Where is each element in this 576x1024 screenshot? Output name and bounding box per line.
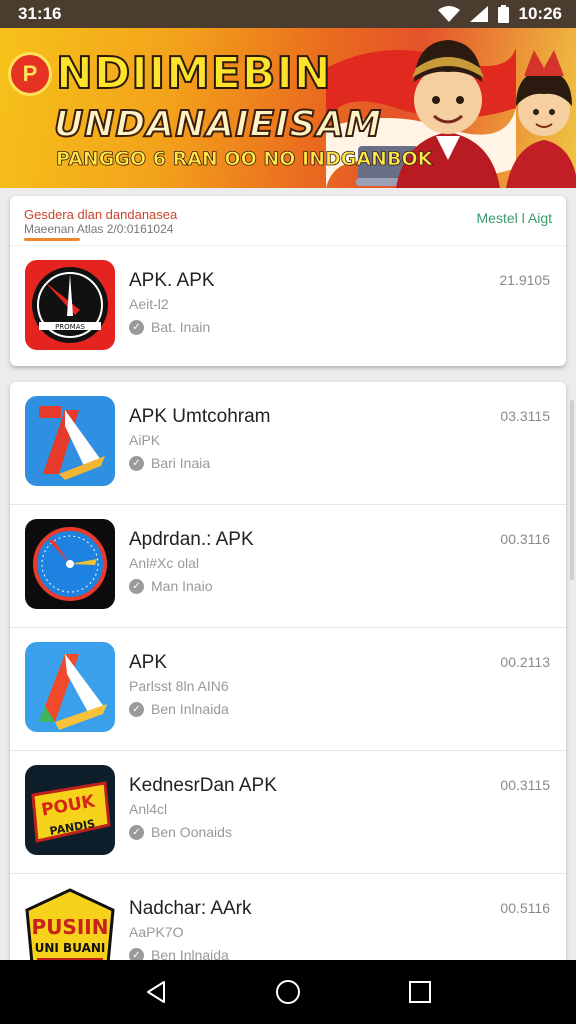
brand-logo-icon: P: [8, 52, 52, 96]
app-name: Nadchar: AArk: [129, 898, 252, 919]
app-date: 00.2113: [500, 654, 550, 670]
black-badge-icon: PROMAS: [25, 260, 115, 350]
battery-icon: [497, 5, 509, 23]
app-status: ✓ Ben Inlnaida: [129, 701, 229, 717]
home-button[interactable]: [268, 972, 308, 1012]
banner-title: NDIIMEBIN: [55, 47, 332, 100]
back-button[interactable]: [136, 972, 176, 1012]
app-status: ✓ Ben Oonaids: [129, 824, 232, 840]
section-meta: Maeenan Atlas 2/0:0161024: [24, 222, 174, 236]
svg-text:PROMAS: PROMAS: [55, 323, 85, 331]
promo-banner[interactable]: P NDIIMEBIN UNDANAIEISAM PANGGO 6 RAN OO…: [0, 28, 576, 188]
section-underline: [24, 238, 80, 241]
app-status: ✓ Man Inaio: [129, 578, 212, 594]
list-item[interactable]: APK Parlsst 8ln AIN6 ✓ Ben Inlnaida 00.2…: [10, 628, 566, 751]
list-item[interactable]: Apdrdan.: APK Anl#Xc olal ✓ Man Inaio 00…: [10, 505, 566, 628]
navigation-bar: [0, 960, 576, 1024]
recents-icon: [409, 981, 431, 1003]
app-subtitle: Parlsst 8ln AIN6: [129, 678, 229, 694]
app-subtitle: Aeit-l2: [129, 296, 169, 312]
status-icons: 10:26: [437, 4, 562, 24]
app-name: KednesrDan APK: [129, 775, 277, 796]
status-time: 31:16: [18, 4, 62, 23]
status-clock: 10:26: [518, 4, 562, 23]
back-icon: [147, 981, 165, 1003]
svg-text:UNI BUANI: UNI BUANI: [35, 941, 106, 955]
featured-card: Gesdera dlan dandanasea Maeenan Atlas 2/…: [10, 196, 566, 366]
app-status: ✓ Bat. Inain: [129, 319, 210, 335]
card-header: Gesdera dlan dandanasea Maeenan Atlas 2/…: [10, 196, 566, 246]
app-status-text: Ben Oonaids: [151, 824, 232, 840]
app-date: 00.5116: [500, 900, 550, 916]
app-date: 00.3115: [500, 777, 550, 793]
app-subtitle: AaPK7O: [129, 924, 184, 940]
app-subtitle: Anl4cl: [129, 801, 168, 817]
section-title: Gesdera dlan dandanasea: [24, 207, 178, 222]
banner-subtitle: UNDANAIEISAM: [53, 103, 383, 146]
section-link[interactable]: Mestel l Aigt: [477, 210, 552, 226]
app-name: APK: [129, 652, 168, 673]
app-status-text: Man Inaio: [151, 578, 213, 594]
app-name: APK Umtcohram: [129, 406, 271, 427]
app-status-text: Ben Inlnaida: [151, 701, 229, 717]
play-a-icon: [25, 642, 115, 732]
app-list: APK Umtcohram AiPK ✓ Bari Inaia 03.3115 …: [10, 382, 566, 982]
app-status-text: Bari Inaia: [151, 455, 211, 471]
banner-tagline: PANGGO 6 RAN OO NO INDGANBOK: [56, 148, 433, 171]
signal-icon: [469, 6, 488, 22]
app-status-text: Bat. Inain: [151, 319, 211, 335]
recents-button[interactable]: [400, 972, 440, 1012]
check-icon: ✓: [129, 578, 144, 594]
svg-text:PUSIIN: PUSIIN: [32, 915, 109, 939]
app-subtitle: AiPK: [129, 432, 161, 448]
check-icon: ✓: [129, 701, 144, 717]
app-status: ✓ Bari Inaia: [129, 455, 210, 471]
list-item[interactable]: POUK PANDIS KednesrDan APK Anl4cl ✓ Ben …: [10, 751, 566, 874]
compass-icon: [25, 519, 115, 609]
pouk-badge-icon: POUK PANDIS: [25, 765, 115, 855]
status-bar: 31:16 10:26: [0, 0, 576, 28]
check-icon: ✓: [129, 455, 144, 471]
check-icon: ✓: [129, 824, 144, 840]
home-icon: [276, 980, 300, 1004]
app-name: APK. APK: [129, 270, 215, 291]
scrollbar[interactable]: [570, 400, 574, 580]
app-subtitle: Anl#Xc olal: [129, 555, 200, 571]
check-icon: ✓: [129, 319, 144, 335]
wifi-icon: [437, 6, 460, 22]
app-date: 03.3115: [500, 408, 550, 424]
app-date: 00.3116: [500, 531, 550, 547]
list-item[interactable]: APK Umtcohram AiPK ✓ Bari Inaia 03.3115: [10, 382, 566, 505]
app-date: 21.9105: [499, 272, 550, 288]
list-item[interactable]: PROMAS APK. APK Aeit-l2 ✓ Bat. Inain 21.…: [10, 246, 566, 364]
app-name: Apdrdan.: APK: [129, 529, 254, 550]
blue-red-a-icon: [25, 396, 115, 486]
